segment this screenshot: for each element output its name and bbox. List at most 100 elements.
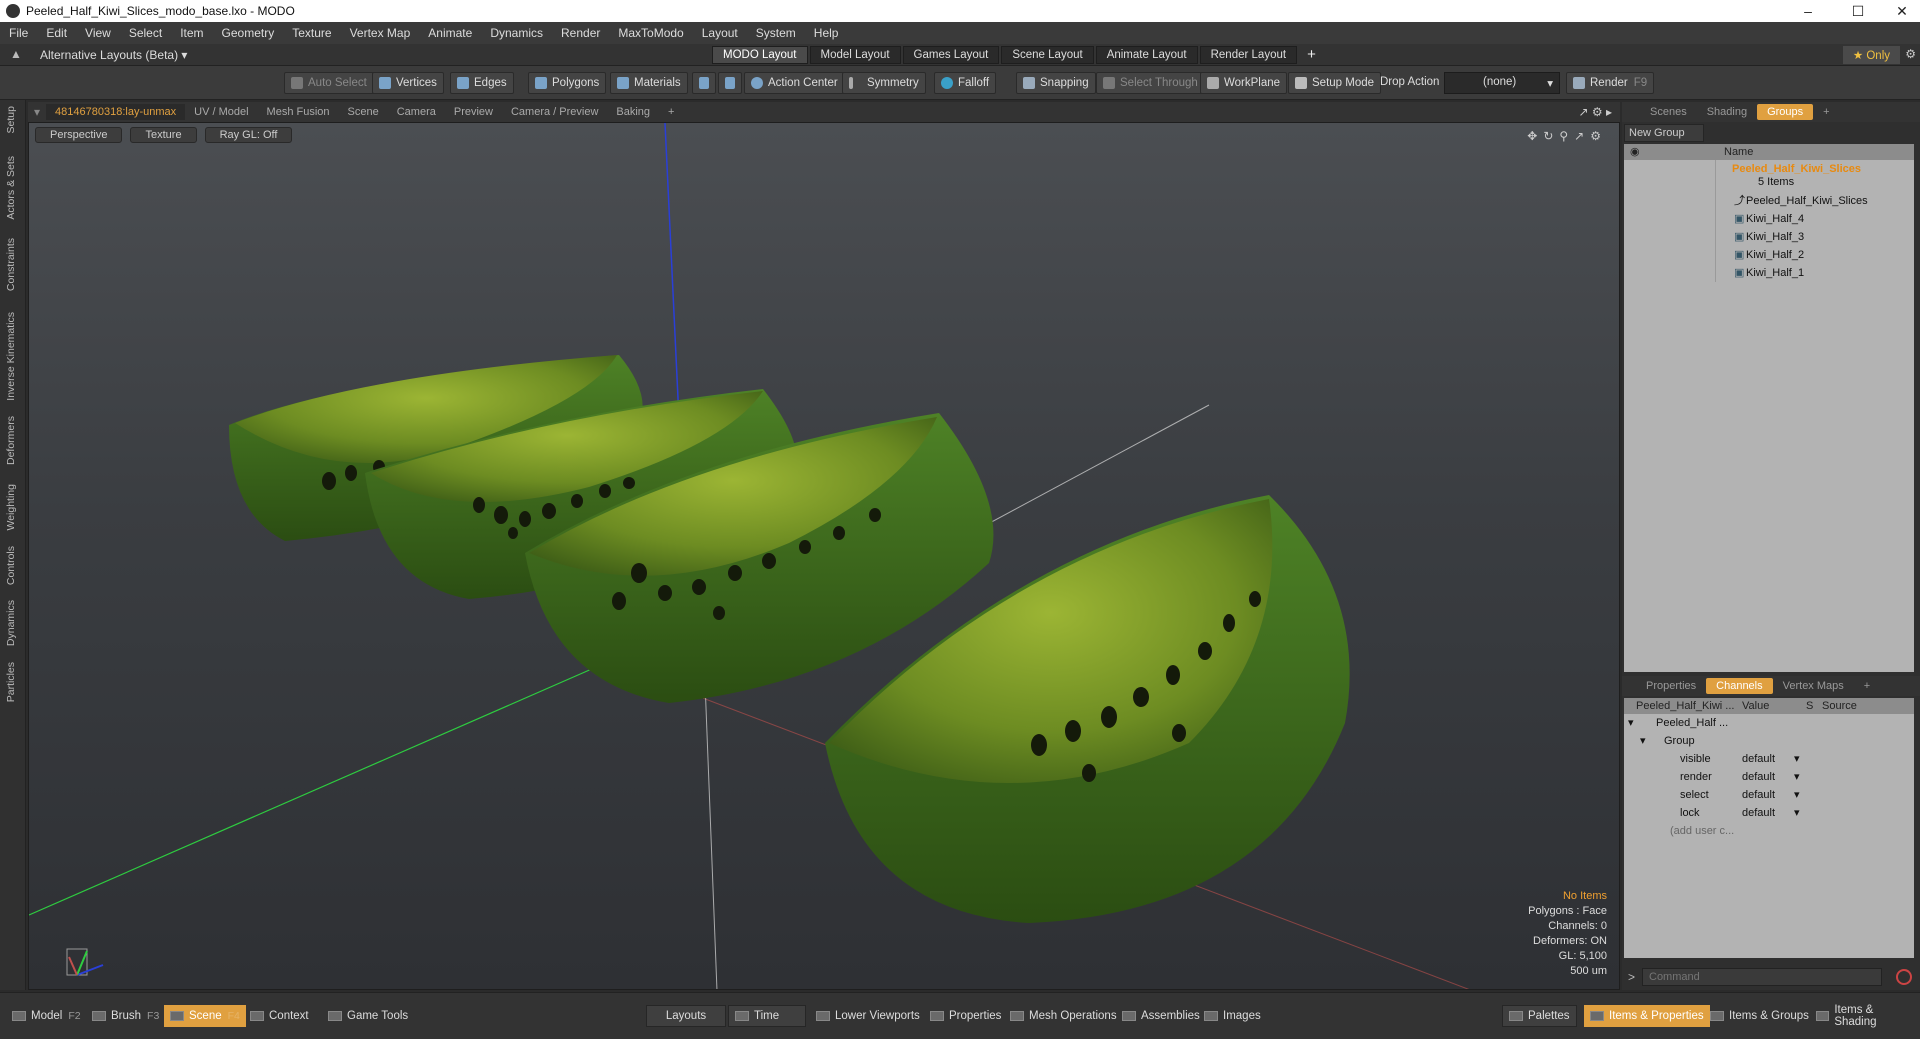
menu-vertex-map[interactable]: Vertex Map — [341, 26, 420, 40]
render-button[interactable]: Render F9 — [1566, 72, 1655, 94]
add-layout-button[interactable]: + — [1299, 46, 1324, 64]
channel-value[interactable]: default — [1742, 750, 1775, 768]
add-props-tab-button[interactable]: + — [1854, 678, 1880, 694]
side-tab-particles[interactable]: Particles — [5, 662, 17, 702]
list-item[interactable]: ▣ Kiwi_Half_4 — [1624, 210, 1914, 228]
tab-preview[interactable]: Preview — [445, 104, 502, 120]
chevron-down-icon[interactable]: ▾ — [1794, 804, 1800, 822]
side-tab-constraints[interactable]: Constraints — [5, 238, 17, 291]
menu-layout[interactable]: Layout — [693, 26, 747, 40]
layouts-button[interactable]: Layouts — [646, 1005, 726, 1027]
expand-icon[interactable]: ▾ — [1640, 732, 1646, 750]
menu-geometry[interactable]: Geometry — [213, 26, 284, 40]
eye-icon[interactable]: ◉ — [1630, 144, 1640, 160]
add-viewport-tab-button[interactable]: + — [659, 104, 683, 120]
channel-name-header[interactable]: Peeled_Half_Kiwi ... — [1636, 698, 1734, 714]
items-shading-button[interactable]: Items & Shading — [1810, 1004, 1920, 1028]
tab-baking[interactable]: Baking — [607, 104, 659, 120]
only-toggle[interactable]: ★ Only — [1842, 46, 1900, 64]
time-button[interactable]: Time — [728, 1005, 806, 1027]
channel-value[interactable]: default — [1742, 786, 1775, 804]
name-column-header[interactable]: Name — [1724, 146, 1753, 158]
side-tab-dynamics[interactable]: Dynamics — [5, 600, 17, 646]
vertices-button[interactable]: Vertices — [372, 72, 444, 94]
menu-select[interactable]: Select — [120, 26, 171, 40]
side-tab-setup[interactable]: Setup — [5, 106, 17, 133]
channel-source-header[interactable]: Source — [1822, 698, 1857, 714]
add-user-channel-row[interactable]: (add user c... — [1624, 822, 1914, 840]
tab-vertex-maps[interactable]: Vertex Maps — [1773, 678, 1854, 694]
channel-row[interactable]: lock default ▾ — [1624, 804, 1914, 822]
lower-viewports-button[interactable]: Lower Viewports — [810, 1005, 926, 1027]
items-groups-button[interactable]: Items & Groups — [1704, 1005, 1815, 1027]
layouts-arrow-icon[interactable]: ▲ — [10, 47, 22, 61]
add-panel-tab-button[interactable]: + — [1813, 104, 1839, 120]
channel-s-header[interactable]: S — [1806, 698, 1813, 714]
tab-scene[interactable]: Scene — [339, 104, 388, 120]
tab-uv-model[interactable]: UV / Model — [185, 104, 257, 120]
side-tab-actors-sets[interactable]: Actors & Sets — [5, 156, 17, 220]
tab-channels[interactable]: Channels — [1706, 678, 1773, 694]
menu-maxtomodo[interactable]: MaxToModo — [609, 26, 692, 40]
tab-games-layout[interactable]: Games Layout — [902, 46, 1000, 64]
properties-button[interactable]: Properties — [924, 1005, 1007, 1027]
side-tab-inverse-kinematics[interactable]: Inverse Kinematics — [5, 312, 17, 401]
menu-system[interactable]: System — [747, 26, 805, 40]
channel-row[interactable]: visible default ▾ — [1624, 750, 1914, 768]
shading-mode-dropdown[interactable]: Texture — [130, 127, 197, 143]
select-through-button[interactable]: Select Through — [1096, 72, 1205, 94]
alternative-layouts-dropdown[interactable]: Alternative Layouts (Beta) ▾ — [40, 48, 187, 62]
side-tab-weighting[interactable]: Weighting — [5, 484, 17, 531]
tab-lay-unmax[interactable]: 48146780318:lay-unmax — [46, 104, 186, 120]
rotate-view-icon[interactable]: ↻ — [1543, 129, 1553, 143]
tab-properties[interactable]: Properties — [1636, 678, 1706, 694]
expand-icon[interactable]: ▾ — [1628, 714, 1634, 732]
setup-mode-button[interactable]: Setup Mode — [1288, 72, 1382, 94]
3d-viewport[interactable]: Perspective Texture Ray GL: Off ✥ ↻ ⚲ ↗ … — [28, 122, 1620, 990]
list-item[interactable]: ⤴ Peeled_Half_Kiwi_Slices — [1624, 192, 1914, 210]
images-button[interactable]: Images — [1198, 1005, 1267, 1027]
workplane-button[interactable]: WorkPlane — [1200, 72, 1288, 94]
menu-view[interactable]: View — [76, 26, 120, 40]
palettes-button[interactable]: Palettes — [1502, 1005, 1577, 1027]
new-group-button[interactable]: New Group — [1624, 124, 1704, 142]
tab-camera-preview[interactable]: Camera / Preview — [502, 104, 607, 120]
channel-item-row[interactable]: ▾ Peeled_Half ... — [1624, 714, 1914, 732]
menu-file[interactable]: File — [0, 26, 37, 40]
menu-texture[interactable]: Texture — [283, 26, 340, 40]
close-button[interactable]: ✕ — [1880, 0, 1920, 22]
menu-help[interactable]: Help — [805, 26, 848, 40]
menu-animate[interactable]: Animate — [419, 26, 481, 40]
list-item[interactable]: ▣ Kiwi_Half_3 — [1624, 228, 1914, 246]
list-item[interactable]: ▣ Kiwi_Half_1 — [1624, 264, 1914, 282]
menu-render[interactable]: Render — [552, 26, 609, 40]
mesh-operations-button[interactable]: Mesh Operations — [1004, 1005, 1123, 1027]
materials-button[interactable]: Materials — [610, 72, 688, 94]
model-button[interactable]: Model F2 — [6, 1005, 87, 1027]
gear-icon[interactable]: ⚙ — [1905, 47, 1916, 61]
assemblies-button[interactable]: Assemblies — [1116, 1005, 1206, 1027]
chevron-down-icon[interactable]: ▾ — [1794, 786, 1800, 804]
brush-button[interactable]: Brush F3 — [86, 1005, 165, 1027]
polygons-button[interactable]: Polygons — [528, 72, 607, 94]
channel-value-header[interactable]: Value — [1742, 698, 1769, 714]
edges-button[interactable]: Edges — [450, 72, 514, 94]
symmetry-button[interactable]: Symmetry — [842, 72, 926, 94]
channel-group-row[interactable]: ▾ Group — [1624, 732, 1914, 750]
side-tab-deformers[interactable]: Deformers — [5, 416, 17, 465]
items-properties-button[interactable]: Items & Properties — [1584, 1005, 1710, 1027]
menu-item[interactable]: Item — [171, 26, 212, 40]
list-item[interactable]: ▣ Kiwi_Half_2 — [1624, 246, 1914, 264]
chevron-down-icon[interactable]: ▾ — [1794, 750, 1800, 768]
side-tab-controls[interactable]: Controls — [5, 546, 17, 585]
channel-value[interactable]: default — [1742, 768, 1775, 786]
maximize-view-icon[interactable]: ↗ — [1574, 129, 1584, 143]
tab-mesh-fusion[interactable]: Mesh Fusion — [258, 104, 339, 120]
command-input[interactable] — [1642, 968, 1882, 986]
falloff-button[interactable]: Falloff — [934, 72, 997, 94]
tab-render-layout[interactable]: Render Layout — [1199, 46, 1298, 64]
scene-button[interactable]: Scene F4 — [164, 1005, 246, 1027]
channel-row[interactable]: render default ▾ — [1624, 768, 1914, 786]
drop-action-select[interactable]: (none) ▾ — [1444, 72, 1560, 94]
record-icon[interactable] — [1896, 969, 1912, 985]
